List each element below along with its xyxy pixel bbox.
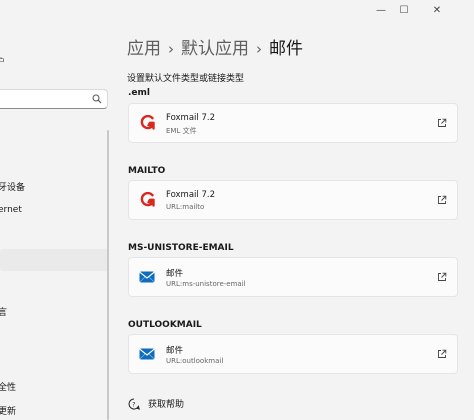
app-name: Foxmail 7.2 bbox=[166, 113, 215, 123]
default-app-card-ms-unistore-email[interactable]: 邮件 URL:ms-unistore-email bbox=[128, 257, 458, 297]
sidebar-item-time-language[interactable]: 言 bbox=[0, 305, 7, 318]
close-button[interactable]: ✕ bbox=[430, 3, 444, 17]
settings-search-input[interactable] bbox=[0, 89, 108, 109]
app-name: 邮件 bbox=[166, 346, 184, 356]
app-detail: URL:mailto bbox=[166, 203, 205, 211]
open-external-icon[interactable] bbox=[437, 272, 447, 282]
minimize-button[interactable]: — bbox=[374, 3, 388, 17]
sidebar-item-network-internet[interactable]: ernet bbox=[0, 205, 22, 215]
page-title: 邮件 bbox=[269, 39, 303, 59]
sidebar-scrollbar[interactable] bbox=[107, 130, 109, 420]
open-external-icon[interactable] bbox=[437, 195, 447, 205]
get-help-link[interactable]: ? 获取帮助 bbox=[128, 397, 184, 410]
sidebar: 户 牙设备 ernet 言 全性 更新 bbox=[0, 0, 110, 420]
breadcrumb-separator: › bbox=[168, 40, 174, 58]
section-label-outlookmail: OUTLOOKMAIL bbox=[128, 320, 202, 330]
user-account-label: 户 bbox=[0, 57, 5, 66]
app-name: Foxmail 7.2 bbox=[166, 190, 215, 200]
app-detail: EML 文件 bbox=[166, 127, 197, 135]
breadcrumb-default-apps[interactable]: 默认应用 bbox=[181, 39, 249, 59]
foxmail-icon bbox=[140, 115, 155, 130]
get-help-label: 获取帮助 bbox=[148, 400, 185, 410]
section-label-ms-unistore-email: MS-UNISTORE-EMAIL bbox=[128, 243, 234, 253]
app-name: 邮件 bbox=[166, 269, 184, 279]
open-external-icon[interactable] bbox=[437, 118, 447, 128]
default-app-card-eml[interactable]: Foxmail 7.2 EML 文件 bbox=[128, 103, 458, 143]
section-label-mailto: MAILTO bbox=[128, 166, 166, 176]
mail-app-icon bbox=[139, 348, 155, 360]
mail-app-icon bbox=[139, 271, 155, 283]
breadcrumb: 应用 › 默认应用 › 邮件 bbox=[127, 34, 303, 59]
window-controls: — ☐ ✕ bbox=[374, 0, 474, 20]
open-external-icon[interactable] bbox=[437, 349, 447, 359]
app-detail: URL:ms-unistore-email bbox=[166, 280, 246, 288]
maximize-button[interactable]: ☐ bbox=[397, 3, 411, 17]
app-detail: URL:outlookmail bbox=[166, 357, 224, 365]
help-icon: ? bbox=[128, 398, 140, 410]
sidebar-item-privacy-security[interactable]: 全性 bbox=[0, 380, 16, 393]
sidebar-item-apps-selected[interactable] bbox=[0, 249, 108, 271]
search-icon[interactable] bbox=[92, 94, 102, 104]
svg-text:?: ? bbox=[132, 401, 135, 408]
default-app-card-outlookmail[interactable]: 邮件 URL:outlookmail bbox=[128, 334, 458, 374]
section-label-eml: .eml bbox=[128, 88, 150, 98]
page-subtitle: 设置默认文件类型或链接类型 bbox=[127, 74, 245, 84]
default-app-card-mailto[interactable]: Foxmail 7.2 URL:mailto bbox=[128, 180, 458, 220]
breadcrumb-separator: › bbox=[256, 40, 262, 58]
sidebar-item-windows-update[interactable]: 更新 bbox=[0, 404, 16, 417]
breadcrumb-apps[interactable]: 应用 bbox=[127, 39, 161, 59]
sidebar-item-bluetooth-devices[interactable]: 牙设备 bbox=[0, 180, 25, 193]
foxmail-icon bbox=[140, 192, 155, 207]
